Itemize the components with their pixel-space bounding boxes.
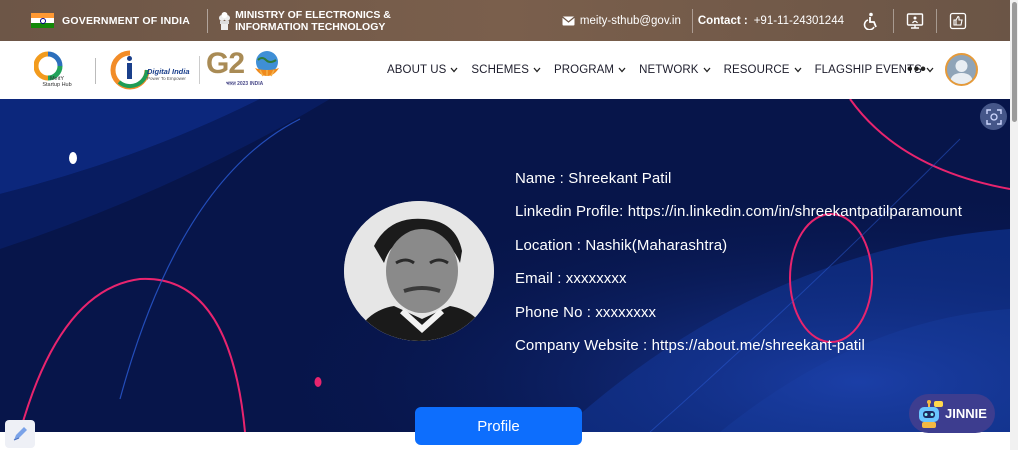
divider — [95, 58, 96, 84]
divider — [207, 8, 209, 33]
nav-label: FLAGSHIP EVENTS — [814, 64, 922, 76]
ministry-line-2: INFORMATION TECHNOLOGY — [235, 20, 386, 33]
profile-details: Name : Shreekant Patil Linkedin Profile:… — [515, 170, 962, 370]
quick-tool-button[interactable] — [5, 420, 35, 448]
site-header: MeitY Startup Hub Digital India Power To… — [0, 41, 1010, 99]
chatbot-robot-icon — [919, 400, 943, 428]
digital-india-tagline: Power To Empower — [147, 76, 186, 81]
ministry-line-1: MINISTRY OF ELECTRONICS & — [235, 8, 391, 21]
profile-phone: Phone No : xxxxxxxx — [515, 303, 657, 321]
divider — [893, 8, 894, 33]
accessibility-icon[interactable] — [860, 9, 884, 33]
government-bar: GOVERNMENT OF INDIA MINISTRY OF ELECTRON… — [0, 0, 1010, 41]
scan-icon — [985, 108, 1002, 125]
meity-logo-line-2: Startup Hub — [42, 82, 72, 88]
contact-label: Contact : — [697, 14, 748, 27]
screenshot-scan-button[interactable] — [980, 103, 1007, 130]
government-label: GOVERNMENT OF INDIA — [62, 14, 191, 27]
contact-phone[interactable]: +91-11-24301244 — [754, 15, 844, 27]
nav-label: NETWORK — [639, 64, 699, 76]
main-nav: ABOUT US SCHEMES PROGRAM NETWORK RESOURC… — [387, 41, 947, 99]
divider — [691, 8, 693, 33]
profile-photo — [344, 201, 494, 341]
digital-india-logo[interactable] — [110, 49, 150, 91]
nav-resource[interactable]: RESOURCE — [724, 64, 802, 76]
nav-label: PROGRAM — [553, 64, 615, 76]
user-icon — [950, 60, 973, 84]
jinnie-chatbot-button[interactable]: JINNIE — [909, 394, 995, 433]
nav-label: RESOURCE — [723, 64, 790, 76]
divider — [199, 56, 200, 84]
thumbs-up-icon[interactable] — [946, 9, 970, 33]
nav-label: ABOUT US — [387, 64, 447, 76]
nav-label: SCHEMES — [471, 64, 529, 76]
digital-india-text: Digital India — [147, 67, 190, 76]
screen-reader-icon[interactable] — [903, 9, 927, 33]
profile-email: Email : xxxxxxxx — [515, 270, 627, 288]
contact-email-link[interactable]: meity-sthub@gov.in — [580, 15, 681, 27]
profile-linkedin[interactable]: Linkedin Profile: https://in.linkedin.co… — [515, 203, 962, 236]
g20-tagline: भारत 2023 INDIA — [226, 81, 264, 87]
person-portrait-image — [344, 201, 494, 341]
meity-logo-text: MeitY Startup Hub — [41, 76, 73, 88]
scrollbar-thumb[interactable] — [1012, 2, 1017, 122]
national-emblem-icon — [219, 11, 231, 30]
mail-icon — [562, 16, 575, 25]
profile-location: Location : Nashik(Maharashtra) — [515, 236, 728, 254]
chevron-down-icon — [618, 67, 626, 73]
chevron-down-icon — [703, 67, 711, 73]
nav-program[interactable]: PROGRAM — [554, 64, 626, 76]
divider — [936, 8, 937, 33]
g20-logo-text[interactable]: G2 — [206, 47, 245, 81]
profile-name: Name : Shreekant Patil — [515, 170, 672, 187]
chevron-down-icon — [533, 67, 541, 73]
chevron-down-icon — [926, 67, 934, 73]
ministry-name: MINISTRY OF ELECTRONICS & INFORMATION TE… — [235, 9, 391, 33]
nav-schemes[interactable]: SCHEMES — [471, 64, 541, 76]
profile-hero: Name : Shreekant Patil Linkedin Profile:… — [0, 99, 1010, 432]
user-avatar-button[interactable] — [945, 53, 978, 86]
more-menu-button[interactable]: ••• — [907, 61, 927, 79]
profile-button[interactable]: Profile — [415, 407, 582, 445]
edit-pen-icon — [13, 427, 27, 441]
nav-network[interactable]: NETWORK — [639, 64, 711, 76]
chatbot-label: JINNIE — [945, 406, 987, 421]
india-flag-icon — [31, 12, 54, 29]
chevron-down-icon — [794, 67, 802, 73]
g20-lotus-globe-icon — [255, 51, 279, 77]
profile-company-website[interactable]: Company Website : https://about.me/shree… — [515, 337, 962, 370]
nav-about-us[interactable]: ABOUT US — [387, 64, 458, 76]
chevron-down-icon — [450, 67, 458, 73]
